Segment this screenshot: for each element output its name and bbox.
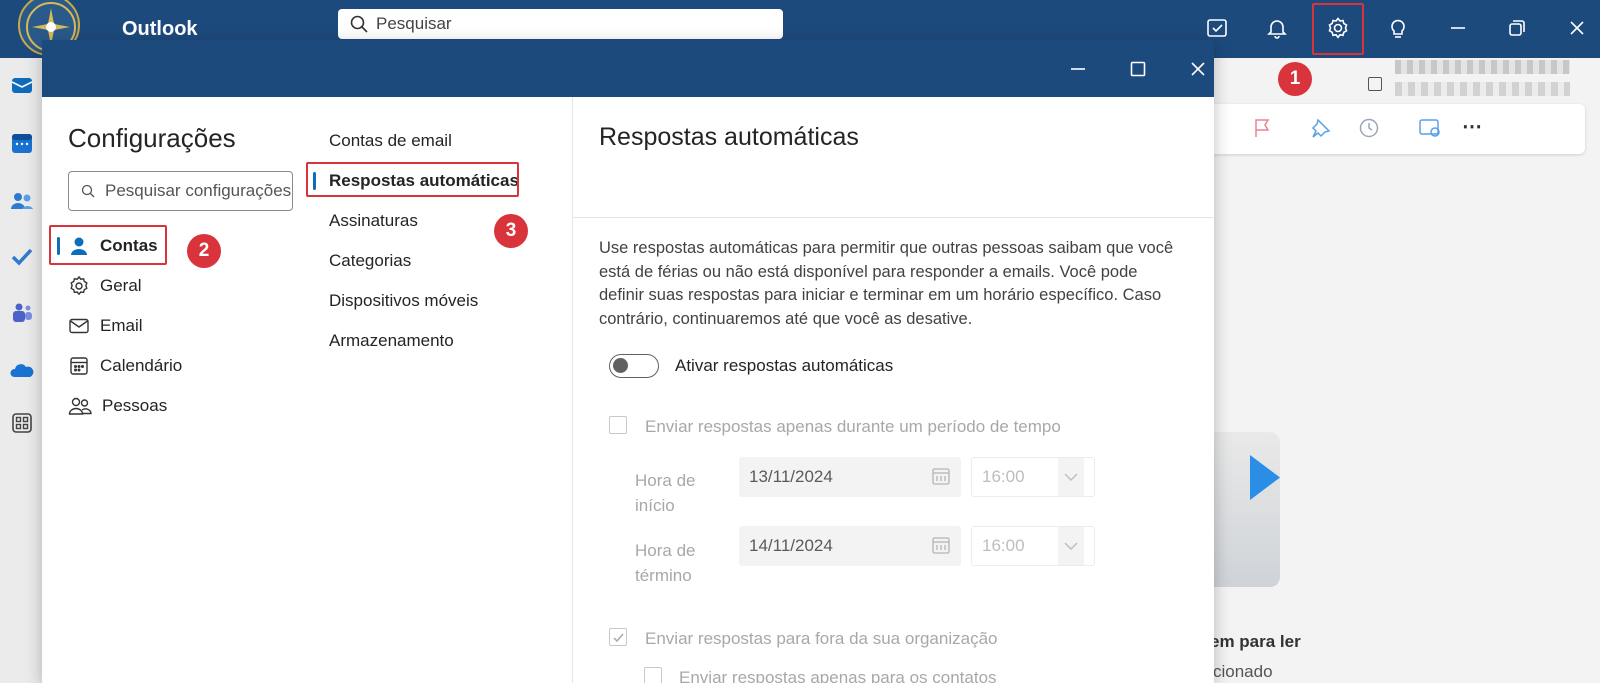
people-app-icon[interactable] xyxy=(10,189,34,213)
mail-app-icon[interactable] xyxy=(10,73,34,97)
bell-icon[interactable] xyxy=(1260,11,1294,45)
period-checkbox[interactable] xyxy=(609,416,627,434)
calendar-icon xyxy=(70,357,88,375)
close-icon[interactable] xyxy=(1560,11,1594,45)
divider xyxy=(573,217,1214,218)
rules-icon[interactable] xyxy=(1418,117,1442,139)
search-placeholder: Pesquisar xyxy=(376,14,452,33)
people-icon xyxy=(68,397,92,415)
settings-categories: Configurações Pesquisar configurações Co… xyxy=(42,97,312,683)
calendar-icon xyxy=(1368,77,1382,91)
empty-state-subtitle: cionado xyxy=(1213,662,1273,681)
pin-icon[interactable] xyxy=(1310,117,1332,139)
dialog-title-bar xyxy=(42,40,1214,97)
contas-highlight xyxy=(49,225,167,265)
more-options-icon[interactable]: ⋯ xyxy=(1462,114,1482,139)
checkmark-icon xyxy=(612,633,624,642)
toggle-label: Ativar respostas automáticas xyxy=(675,356,894,375)
subcategory-dispositivos-moveis[interactable]: Dispositivos móveis xyxy=(329,291,478,311)
end-time-value: 16:00 xyxy=(982,536,1025,555)
search-icon xyxy=(81,184,95,198)
settings-dialog: Configurações Pesquisar configurações Co… xyxy=(42,40,1214,683)
chevron-down-icon xyxy=(1058,458,1084,496)
step-badge-3: 3 xyxy=(494,214,528,248)
category-label: Pessoas xyxy=(102,396,168,415)
settings-title: Configurações xyxy=(68,123,236,153)
dialog-maximize-icon[interactable] xyxy=(1124,55,1152,83)
calendar-icon xyxy=(932,537,950,554)
empty-state-title: em para ler xyxy=(1210,632,1301,651)
category-label: Geral xyxy=(100,276,142,295)
end-time-label: Hora de término xyxy=(635,541,696,585)
clock-icon[interactable] xyxy=(1358,117,1380,139)
step-badge-1: 1 xyxy=(1278,62,1312,96)
settings-search-input[interactable]: Pesquisar configurações xyxy=(68,171,293,211)
lightbulb-icon[interactable] xyxy=(1381,11,1415,45)
subcategory-categorias[interactable]: Categorias xyxy=(329,251,411,271)
step-badge-2: 2 xyxy=(187,234,221,268)
category-geral[interactable]: Geral xyxy=(68,268,288,304)
more-apps-icon[interactable] xyxy=(10,411,34,435)
subcategory-armazenamento[interactable]: Armazenamento xyxy=(329,331,454,351)
calendar-icon xyxy=(932,468,950,485)
contacts-only-label: Enviar respostas apenas para os contatos xyxy=(679,668,997,683)
pane-description: Use respostas automáticas para permitir … xyxy=(599,239,1174,328)
end-date-value: 14/11/2024 xyxy=(749,536,833,555)
category-calendario[interactable]: Calendário xyxy=(68,348,288,384)
dialog-close-icon[interactable] xyxy=(1184,55,1212,83)
restore-icon[interactable] xyxy=(1500,11,1534,45)
onedrive-app-icon[interactable] xyxy=(10,358,34,382)
gear-icon xyxy=(70,275,88,296)
chevron-down-icon xyxy=(1058,527,1084,565)
flag-icon[interactable] xyxy=(1252,117,1274,139)
settings-highlight xyxy=(1312,3,1364,55)
auto-replies-toggle[interactable] xyxy=(609,354,659,378)
outside-org-label: Enviar respostas para fora da sua organi… xyxy=(645,629,998,648)
teams-app-icon[interactable] xyxy=(10,301,34,325)
end-time-select[interactable]: 16:00 xyxy=(971,526,1095,566)
search-icon xyxy=(350,15,368,33)
subcategory-assinaturas[interactable]: Assinaturas xyxy=(329,211,418,231)
period-checkbox-label: Enviar respostas apenas durante um perío… xyxy=(645,417,1061,436)
blurred-account-info xyxy=(1395,82,1570,96)
auto-replies-pane: Respostas automáticas Use respostas auto… xyxy=(572,97,1214,683)
contacts-only-checkbox[interactable] xyxy=(644,667,662,683)
toggle-knob xyxy=(613,358,628,373)
calendar-app-icon[interactable] xyxy=(10,131,34,155)
respostas-highlight xyxy=(306,162,519,197)
category-pessoas[interactable]: Pessoas xyxy=(68,388,288,424)
settings-subcategories: Contas de email Respostas automáticas As… xyxy=(306,97,562,683)
end-date-field[interactable]: 14/11/2024 xyxy=(739,526,961,566)
outside-org-checkbox[interactable] xyxy=(609,628,627,646)
app-name: Outlook xyxy=(122,18,198,40)
dialog-minimize-icon[interactable] xyxy=(1064,55,1092,83)
start-date-field[interactable]: 13/11/2024 xyxy=(739,457,961,497)
mail-icon xyxy=(69,318,89,334)
todo-app-icon[interactable] xyxy=(10,245,34,269)
settings-search-placeholder: Pesquisar configurações xyxy=(105,181,292,200)
start-time-label: Hora de início xyxy=(635,471,696,515)
category-label: Email xyxy=(100,316,143,335)
category-email[interactable]: Email xyxy=(68,308,288,344)
subcategory-contas-de-email[interactable]: Contas de email xyxy=(329,131,452,151)
start-date-value: 13/11/2024 xyxy=(749,467,833,486)
minimize-icon[interactable] xyxy=(1441,11,1475,45)
blurred-account-info xyxy=(1395,60,1570,74)
start-time-value: 16:00 xyxy=(982,467,1025,486)
pane-title: Respostas automáticas xyxy=(599,123,859,151)
reading-toolbar: ⋯ xyxy=(1190,104,1585,154)
category-label: Calendário xyxy=(100,356,183,375)
search-input[interactable]: Pesquisar xyxy=(338,9,783,39)
start-time-select[interactable]: 16:00 xyxy=(971,457,1095,497)
app-rail xyxy=(0,58,42,683)
